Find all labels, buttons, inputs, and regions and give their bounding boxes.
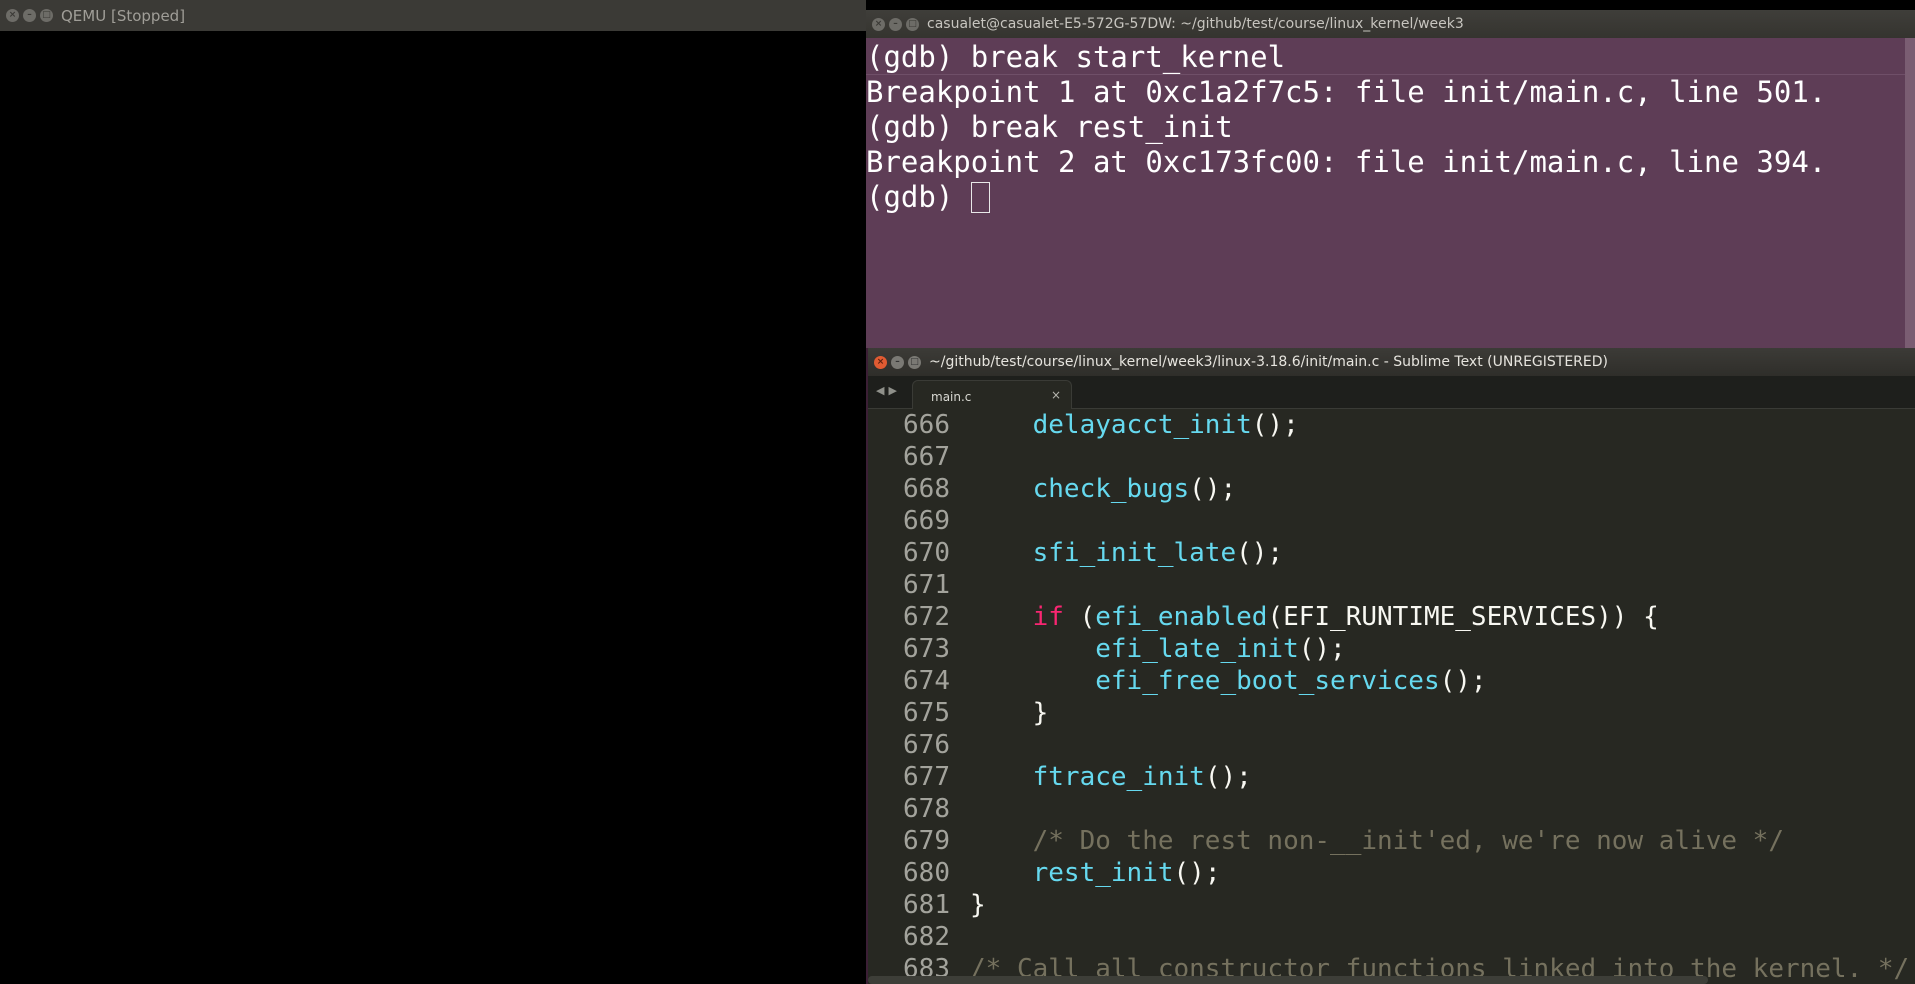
line-number-gutter: 666 667 668 669 670 671 672 673 674 675 … bbox=[868, 409, 950, 984]
code-punct: (); bbox=[1251, 410, 1299, 440]
terminal-prompt: (gdb) bbox=[866, 180, 971, 214]
line-number: 679 bbox=[903, 826, 950, 856]
code-punct: (EFI_RUNTIME_SERVICES)) { bbox=[1267, 602, 1659, 632]
line-number: 672 bbox=[903, 602, 950, 632]
code-function: sfi_init_late bbox=[1032, 538, 1237, 568]
close-icon[interactable]: × bbox=[874, 355, 887, 369]
code-line: ftrace_init(); bbox=[970, 761, 1915, 793]
terminal-scrollbar[interactable] bbox=[1905, 38, 1915, 348]
code-punct: } bbox=[1032, 698, 1049, 728]
code-function: efi_free_boot_services bbox=[1095, 666, 1440, 696]
code-line: } bbox=[970, 697, 1915, 729]
code-punct: (); bbox=[1439, 666, 1487, 696]
line-number: 674 bbox=[903, 666, 950, 696]
terminal-prompt-line[interactable]: (gdb) bbox=[866, 180, 1915, 215]
line-number: 667 bbox=[903, 442, 950, 472]
code-text[interactable]: delayacct_init(); check_bugs(); sfi_init… bbox=[970, 409, 1915, 984]
maximize-icon[interactable]: □ bbox=[40, 9, 53, 22]
qemu-titlebar: × – □ QEMU [Stopped] bbox=[0, 0, 866, 31]
qemu-display[interactable] bbox=[0, 31, 866, 984]
code-punct: ( bbox=[1063, 602, 1096, 632]
terminal-line: Breakpoint 1 at 0xc1a2f7c5: file init/ma… bbox=[866, 75, 1827, 109]
terminal-titlebar: × – □ casualet@casualet-E5-572G-57DW: ~/… bbox=[866, 10, 1915, 38]
close-icon[interactable]: × bbox=[872, 17, 885, 31]
line-number: 677 bbox=[903, 762, 950, 792]
maximize-icon[interactable]: □ bbox=[906, 17, 919, 31]
line-number: 680 bbox=[903, 858, 950, 888]
code-line: if (efi_enabled(EFI_RUNTIME_SERVICES)) { bbox=[970, 601, 1915, 633]
line-number: 678 bbox=[903, 794, 950, 824]
code-line: } bbox=[970, 889, 1915, 921]
code-keyword: if bbox=[1032, 602, 1064, 632]
horizontal-scrollbar[interactable] bbox=[868, 976, 1708, 984]
minimize-icon[interactable]: – bbox=[23, 9, 36, 22]
tab-nav-arrows-icon[interactable]: ◀▶ bbox=[876, 384, 901, 397]
code-punct: (); bbox=[1204, 762, 1252, 792]
qemu-window-title: QEMU [Stopped] bbox=[61, 6, 186, 25]
line-number: 673 bbox=[903, 634, 950, 664]
code-punct: (); bbox=[1173, 858, 1221, 888]
terminal-line: (gdb) break rest_init bbox=[866, 110, 1233, 144]
line-number: 676 bbox=[903, 730, 950, 760]
line-number: 668 bbox=[903, 474, 950, 504]
terminal-cursor bbox=[970, 182, 990, 213]
minimize-icon[interactable]: – bbox=[889, 17, 902, 31]
tab-bar: ◀▶ main.c × bbox=[868, 376, 1915, 409]
code-line: check_bugs(); bbox=[970, 473, 1915, 505]
code-line: rest_init(); bbox=[970, 857, 1915, 889]
code-line: /* Do the rest non-__init'ed, we're now … bbox=[970, 825, 1915, 857]
tab-label: main.c bbox=[931, 390, 972, 404]
line-number: 669 bbox=[903, 506, 950, 536]
code-comment: /* Do the rest non-__init'ed, we're now … bbox=[1032, 826, 1784, 856]
code-line: efi_free_boot_services(); bbox=[970, 665, 1915, 697]
tab-close-icon[interactable]: × bbox=[1051, 388, 1061, 402]
terminal-window-title: casualet@casualet-E5-572G-57DW: ~/github… bbox=[927, 16, 1464, 32]
sublime-window-title: ~/github/test/course/linux_kernel/week3/… bbox=[929, 354, 1608, 370]
close-icon[interactable]: × bbox=[6, 9, 19, 22]
code-punct: (); bbox=[1236, 538, 1284, 568]
code-function: check_bugs bbox=[1032, 474, 1190, 504]
code-line: efi_late_init(); bbox=[970, 633, 1915, 665]
line-number: 671 bbox=[903, 570, 950, 600]
sublime-titlebar: × – □ ~/github/test/course/linux_kernel/… bbox=[868, 348, 1915, 376]
terminal-line: Breakpoint 2 at 0xc173fc00: file init/ma… bbox=[866, 145, 1827, 179]
terminal-output[interactable]: (gdb) break start_kernel Breakpoint 1 at… bbox=[866, 38, 1915, 348]
line-number: 681 bbox=[903, 890, 950, 920]
line-number: 670 bbox=[903, 538, 950, 568]
code-punct: (); bbox=[1189, 474, 1237, 504]
terminal-line: (gdb) break start_kernel bbox=[866, 40, 1915, 75]
code-function: delayacct_init bbox=[1032, 410, 1252, 440]
code-editor[interactable]: 666 667 668 669 670 671 672 673 674 675 … bbox=[868, 409, 1915, 984]
code-punct: } bbox=[970, 890, 986, 920]
code-function: efi_enabled bbox=[1095, 602, 1268, 632]
line-number: 682 bbox=[903, 922, 950, 952]
code-function: efi_late_init bbox=[1095, 634, 1299, 664]
code-line: sfi_init_late(); bbox=[970, 537, 1915, 569]
code-punct: (); bbox=[1298, 634, 1346, 664]
line-number: 675 bbox=[903, 698, 950, 728]
maximize-icon[interactable]: □ bbox=[908, 355, 921, 369]
tab-main-c[interactable]: main.c × bbox=[912, 380, 1072, 409]
code-line: delayacct_init(); bbox=[970, 409, 1915, 441]
code-function: ftrace_init bbox=[1032, 762, 1205, 792]
minimize-icon[interactable]: – bbox=[891, 355, 904, 369]
code-function: rest_init bbox=[1032, 858, 1174, 888]
line-number: 666 bbox=[903, 410, 950, 440]
